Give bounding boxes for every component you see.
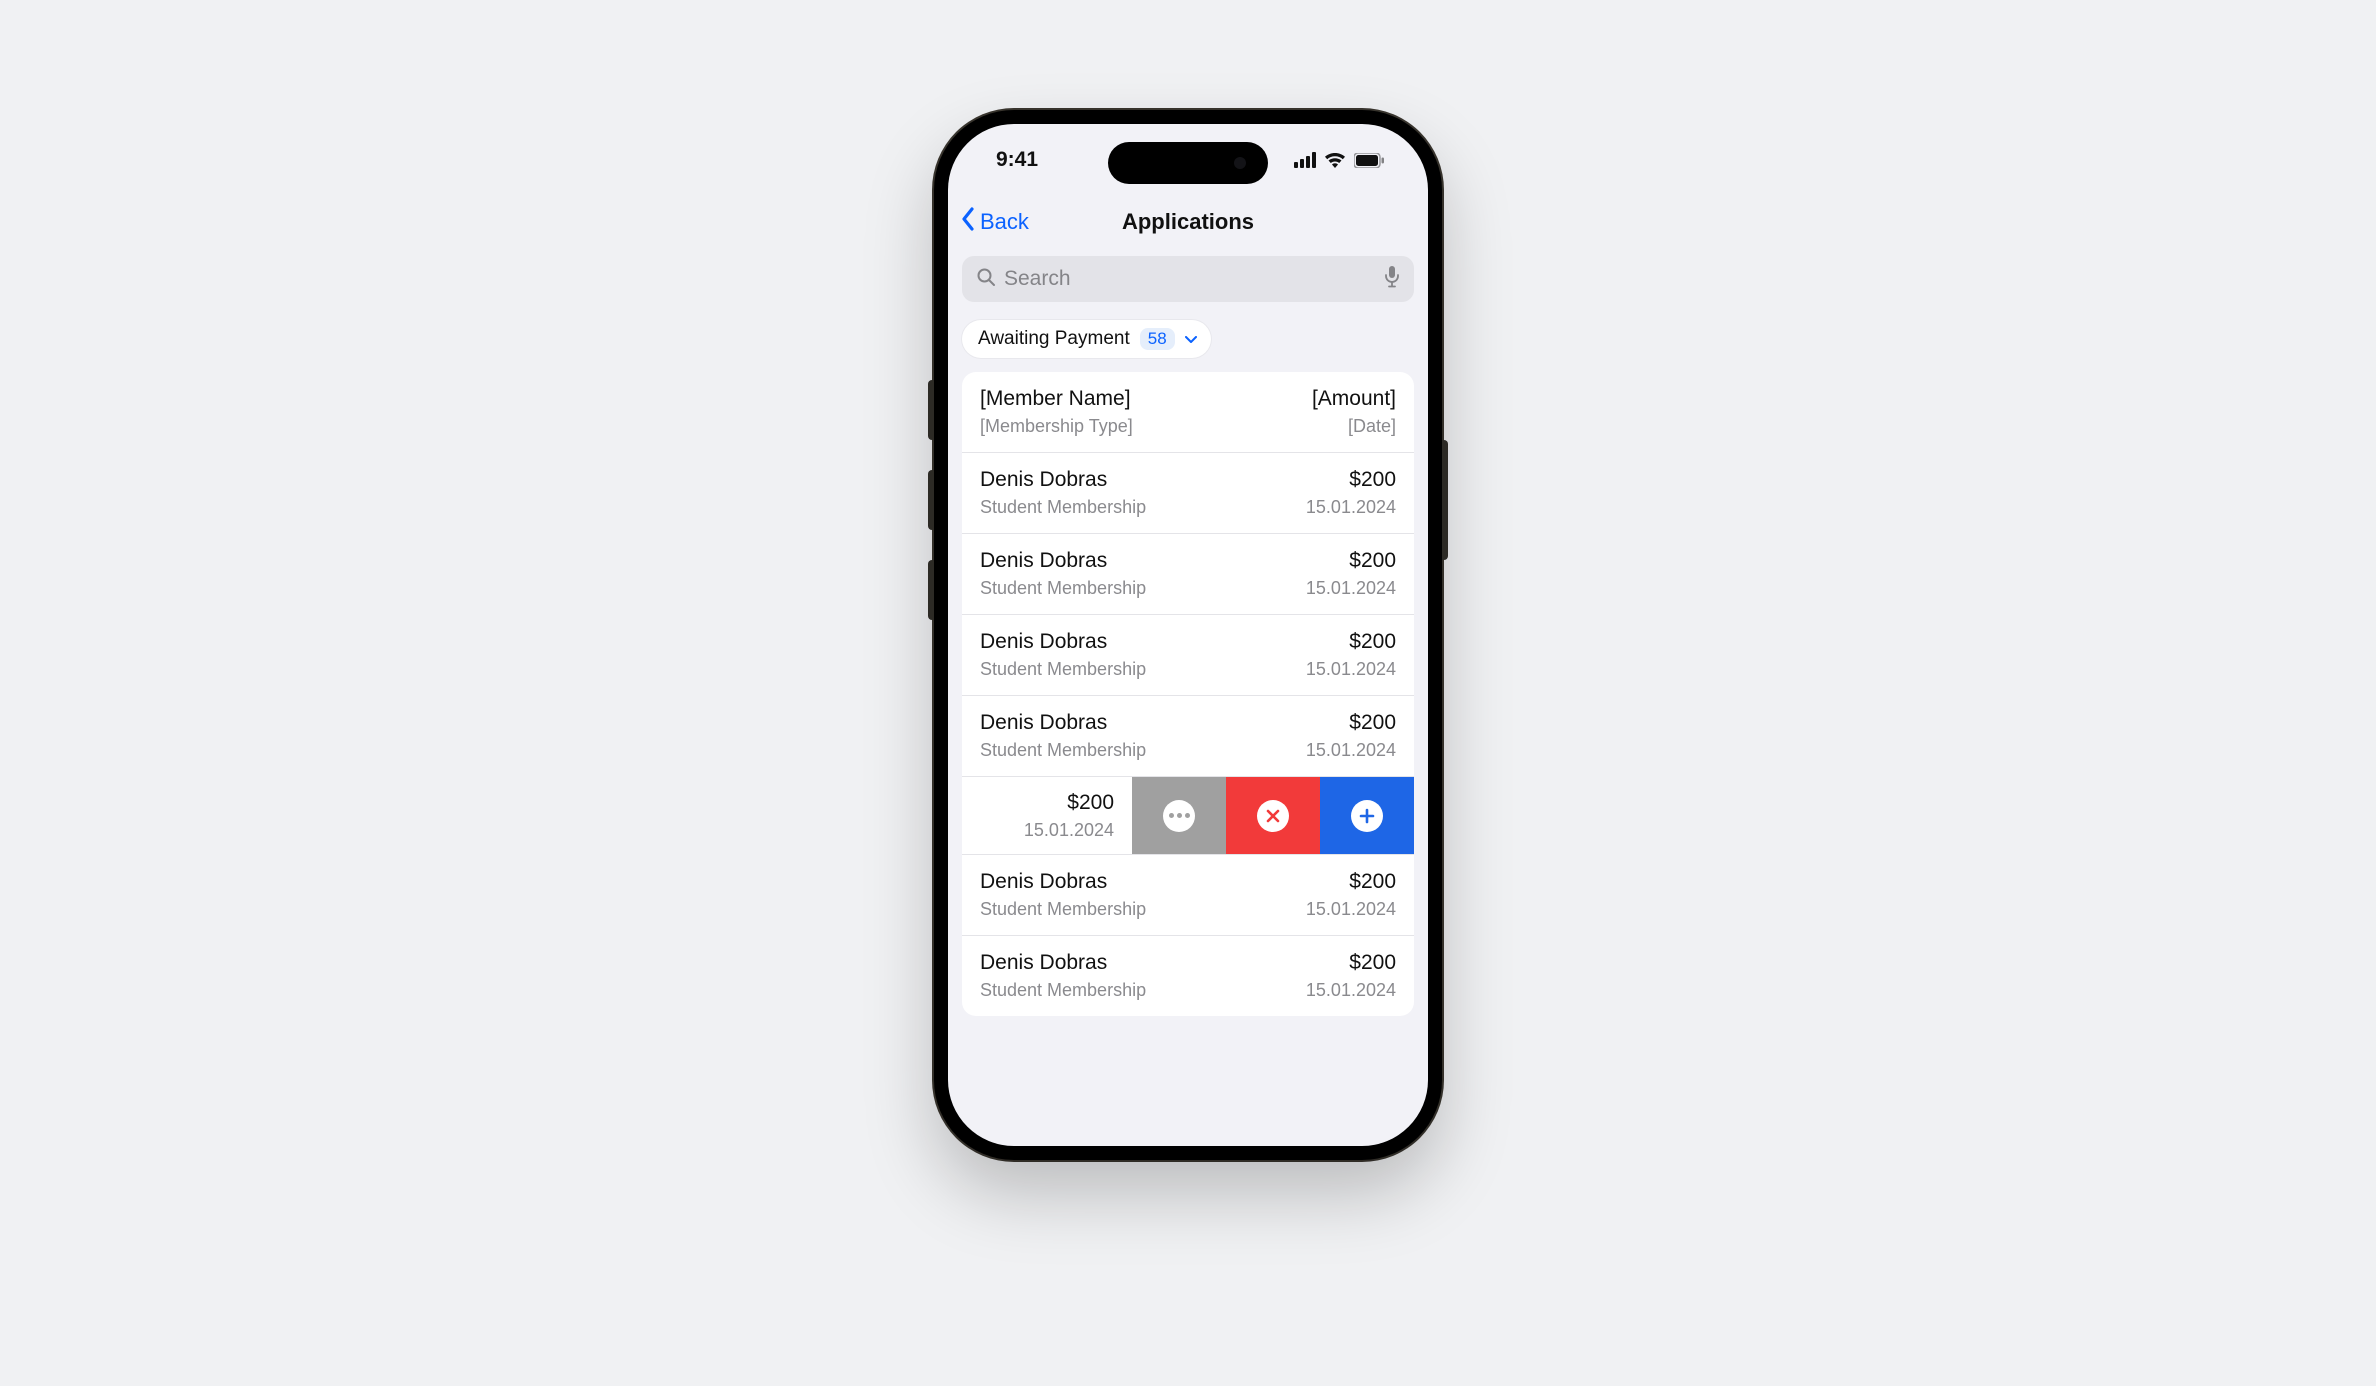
membership-type: Student Membership — [980, 576, 1146, 600]
member-name: Denis Dobras — [980, 950, 1146, 976]
list-item[interactable]: Denis Dobras Student Membership $200 15.… — [962, 534, 1414, 615]
date: 15.01.2024 — [1306, 978, 1396, 1002]
filter-bar: Awaiting Payment 58 — [948, 302, 1428, 372]
screen: 9:41 Back Applications — [948, 124, 1428, 1146]
status-indicators — [1294, 152, 1384, 168]
member-name: Denis Dobras — [980, 710, 1146, 736]
page-title: Applications — [1122, 209, 1254, 235]
more-icon — [1163, 800, 1195, 832]
date: 15.01.2024 — [1306, 897, 1396, 921]
filter-chip[interactable]: Awaiting Payment 58 — [962, 320, 1211, 358]
amount: $200 — [1067, 790, 1114, 816]
dynamic-island — [1108, 142, 1268, 184]
member-name: Denis Dobras — [980, 629, 1146, 655]
membership-type: Student Membership — [980, 657, 1146, 681]
amount: $200 — [1306, 950, 1396, 976]
navigation-bar: Back Applications — [948, 196, 1428, 248]
list-item[interactable]: Denis Dobras Student Membership $200 15.… — [962, 615, 1414, 696]
microphone-icon[interactable] — [1384, 266, 1400, 293]
member-name: Denis Dobras — [980, 548, 1146, 574]
applications-list: [Member Name] [Membership Type] [Amount]… — [962, 372, 1414, 1016]
membership-type: Student Membership — [980, 897, 1146, 921]
search-input[interactable] — [1004, 267, 1376, 291]
plus-icon — [1351, 800, 1383, 832]
amount: $200 — [1306, 710, 1396, 736]
swiped-content: $200 15.01.2024 — [962, 777, 1132, 854]
list-item[interactable]: Denis Dobras Student Membership $200 15.… — [962, 453, 1414, 534]
battery-icon — [1354, 153, 1384, 168]
date: 15.01.2024 — [1306, 576, 1396, 600]
camera-dot — [1234, 157, 1246, 169]
membership-type: Student Membership — [980, 978, 1146, 1002]
header-type: [Membership Type] — [980, 414, 1133, 438]
header-date: [Date] — [1312, 414, 1396, 438]
filter-count-badge: 58 — [1140, 328, 1175, 350]
membership-type: Student Membership — [980, 495, 1146, 519]
list-item[interactable]: Denis Dobras Student Membership $200 15.… — [962, 855, 1414, 936]
amount: $200 — [1306, 548, 1396, 574]
close-icon — [1257, 800, 1289, 832]
header-amount: [Amount] — [1312, 386, 1396, 412]
member-name: Denis Dobras — [980, 467, 1146, 493]
date: 15.01.2024 — [1306, 495, 1396, 519]
list-item-swiped[interactable]: $200 15.01.2024 — [962, 777, 1414, 855]
phone-frame: 9:41 Back Applications — [934, 110, 1442, 1160]
back-label: Back — [980, 209, 1029, 235]
date: 15.01.2024 — [1306, 738, 1396, 762]
amount: $200 — [1306, 467, 1396, 493]
search-bar[interactable] — [962, 256, 1414, 302]
filter-label: Awaiting Payment — [978, 328, 1130, 350]
amount: $200 — [1306, 629, 1396, 655]
header-name: [Member Name] — [980, 386, 1133, 412]
search-icon — [976, 267, 996, 292]
date: 15.01.2024 — [1024, 818, 1114, 842]
cellular-icon — [1294, 152, 1316, 168]
chevron-down-icon — [1185, 328, 1197, 350]
date: 15.01.2024 — [1306, 657, 1396, 681]
wifi-icon — [1324, 152, 1346, 168]
list-item[interactable]: Denis Dobras Student Membership $200 15.… — [962, 696, 1414, 777]
list-item[interactable]: Denis Dobras Student Membership $200 15.… — [962, 936, 1414, 1016]
swipe-approve-button[interactable] — [1320, 777, 1414, 854]
member-name: Denis Dobras — [980, 869, 1146, 895]
swipe-reject-button[interactable] — [1226, 777, 1320, 854]
chevron-left-icon — [960, 207, 976, 237]
list-header-row: [Member Name] [Membership Type] [Amount]… — [962, 372, 1414, 453]
amount: $200 — [1306, 869, 1396, 895]
status-time: 9:41 — [996, 148, 1038, 172]
membership-type: Student Membership — [980, 738, 1146, 762]
swipe-more-button[interactable] — [1132, 777, 1226, 854]
back-button[interactable]: Back — [960, 207, 1029, 237]
